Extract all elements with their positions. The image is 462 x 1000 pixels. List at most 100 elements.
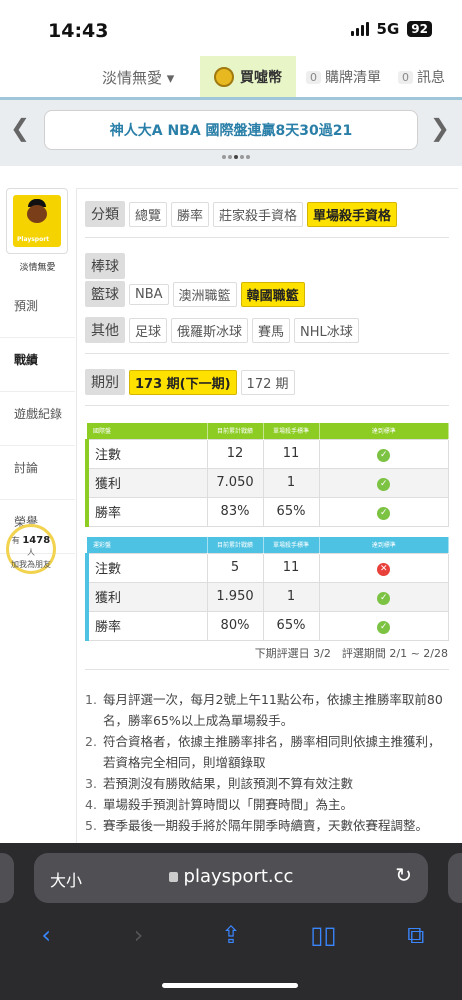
status-indicators: 5G 92: [350, 20, 432, 38]
browser-toolbar: ‹ › ⇪ ▯▯ ⧉: [0, 915, 462, 955]
list-item: 4. 單場殺手預測計算時間以「開賽時間」為主。: [85, 797, 354, 812]
table-row: 勝率 83% 65% ✓: [85, 496, 449, 527]
friend-count-badge[interactable]: 有 1478 人 加我為朋友: [6, 524, 56, 574]
reload-icon[interactable]: ↻: [395, 863, 412, 887]
message-count: 0: [398, 70, 413, 84]
forward-icon[interactable]: ›: [92, 915, 184, 955]
prev-tab-preview[interactable]: [0, 853, 14, 903]
banner-card[interactable]: 神人大A NBA 國際盤連贏8天30過21: [44, 110, 418, 150]
divider: [85, 405, 449, 406]
table-header: 運彩盤 目前累計戰績 單場殺手標準 達到標準: [87, 537, 449, 553]
home-indicator: [162, 983, 298, 988]
period-label: 期別: [85, 369, 125, 395]
record-panel: 分類 總覽 勝率 莊家殺手資格 單場殺手資格 棒球 籃球 NBA 澳洲職籃 韓國…: [76, 188, 458, 848]
message-link[interactable]: 0 訊息: [398, 67, 445, 87]
filter-winrate[interactable]: 勝率: [171, 201, 210, 227]
sidebar-item-discussion[interactable]: 討論: [0, 446, 75, 500]
user-menu[interactable]: 淡情無愛 ▾: [102, 67, 174, 88]
tabs-icon[interactable]: ⧉: [370, 915, 462, 955]
friend-count: 1478: [22, 535, 51, 546]
sportslottery-table: 運彩盤 目前累計戰績 單場殺手標準 達到標準 注數 5 11 ✕ 獲利 1.95…: [85, 537, 449, 641]
list-item: 2. 符合資格者，依據主推勝率排名，勝率相同則依據主推獲利，若資格完全相同，則增額…: [85, 734, 441, 770]
baseball-label: 棒球: [85, 253, 125, 279]
check-icon: ✓: [377, 448, 391, 462]
table-row: 注數 5 11 ✕: [85, 552, 449, 583]
check-icon: ✓: [377, 591, 391, 605]
other-label: 其他: [85, 317, 125, 343]
url-field[interactable]: playsport.cc: [34, 866, 428, 887]
cart-label: 購牌清單: [325, 70, 381, 86]
coin-icon: [214, 66, 234, 87]
rules-list: 1. 每月評選一次，每月2號上午11點公布，依據主推勝率取前80名，勝率65%以上…: [85, 689, 445, 836]
carousel-dots: [222, 155, 250, 159]
chevron-right-icon[interactable]: ❯: [430, 114, 450, 142]
top-nav: 淡情無愛 ▾ 買噓幣 0 購牌清單 0 訊息: [0, 56, 462, 100]
buy-coin-button[interactable]: 買噓幣: [200, 56, 296, 97]
avatar-image: Playsport: [13, 195, 61, 247]
divider: [85, 237, 449, 238]
check-icon: ✓: [377, 506, 391, 520]
address-bar[interactable]: 大小 playsport.cc ↻: [34, 853, 428, 903]
sidebar-item-game-log[interactable]: 遊戲紀錄: [0, 392, 75, 446]
cart-link[interactable]: 0 購牌清單: [306, 67, 381, 87]
profile-name: 淡情無愛: [19, 263, 56, 273]
filter-soccer[interactable]: 足球: [129, 317, 168, 343]
buy-label: 買噓幣: [240, 69, 282, 86]
baseball-row: 棒球: [85, 253, 125, 279]
cart-count: 0: [306, 70, 321, 84]
chevron-left-icon[interactable]: ❮: [10, 114, 30, 142]
divider: [85, 353, 449, 354]
table-row: 注數 12 11 ✓: [85, 438, 449, 469]
check-icon: ✓: [377, 620, 391, 634]
avatar[interactable]: Playsport: [6, 188, 68, 254]
profile-sidebar: Playsport 淡情無愛 預測 戰績 遊戲紀錄 討論 榮譽 有 1478 人…: [0, 188, 75, 848]
filter-nhl[interactable]: NHL冰球: [294, 317, 359, 343]
list-item: 1. 每月評選一次，每月2號上午11點公布，依據主推勝率取前80名，勝率65%以上…: [85, 692, 443, 728]
next-tab-preview[interactable]: [448, 853, 462, 903]
banner-text: 神人大A NBA 國際盤連贏8天30過21: [109, 123, 353, 139]
sidebar-item-predict[interactable]: 預測: [0, 284, 75, 338]
share-icon[interactable]: ⇪: [185, 915, 277, 955]
filter-korea-basketball[interactable]: 韓國職籃: [240, 281, 305, 307]
period-next[interactable]: 173 期(下一期): [129, 369, 237, 395]
filter-russia-hockey[interactable]: 俄羅斯冰球: [171, 317, 249, 343]
filter-overview[interactable]: 總覽: [129, 201, 168, 227]
battery-icon: 92: [407, 21, 432, 37]
table-row: 獲利 1.950 1 ✓: [85, 581, 449, 612]
back-icon[interactable]: ‹: [0, 915, 92, 955]
profile-menu: 預測 戰績 遊戲紀錄 討論 榮譽: [0, 284, 75, 554]
filter-horse-racing[interactable]: 賽馬: [252, 317, 291, 343]
lock-icon: [168, 872, 178, 882]
status-bar: 14:43 5G 92: [0, 0, 462, 56]
browser-bar: 大小 playsport.cc ↻ ‹ › ⇪ ▯▯ ⧉: [0, 843, 462, 1000]
sidebar-item-record[interactable]: 戰績: [0, 338, 75, 392]
basketball-row: 籃球 NBA 澳洲職籃 韓國職籃: [85, 281, 305, 307]
international-table: 國際盤 目前累計戰績 單場殺手標準 達到標準 注數 12 11 ✓ 獲利 7.0…: [85, 423, 449, 527]
list-item: 3. 若預測沒有勝敗結果，則該預測不算有效注數: [85, 776, 354, 791]
period-previous[interactable]: 172 期: [240, 369, 295, 395]
news-banner: ❮ 神人大A NBA 國際盤連贏8天30過21 ❯: [0, 100, 462, 166]
divider: [85, 669, 449, 670]
signal-icon: [350, 22, 369, 36]
category-label: 分類: [85, 201, 125, 227]
period-row: 期別 173 期(下一期) 172 期: [85, 369, 295, 395]
network-label: 5G: [376, 20, 400, 38]
evaluation-dates: 下期評選日 3/2 評選期間 2/1 ~ 2/28: [254, 647, 448, 660]
filter-banker-killer[interactable]: 莊家殺手資格: [213, 201, 304, 227]
filter-australia-basketball[interactable]: 澳洲職籃: [172, 281, 237, 307]
table-row: 勝率 80% 65% ✓: [85, 610, 449, 641]
bookmarks-icon[interactable]: ▯▯: [277, 915, 369, 955]
friend-note: 加我為朋友: [11, 560, 51, 569]
check-icon: ✓: [377, 477, 391, 491]
filter-single-killer[interactable]: 單場殺手資格: [307, 201, 398, 227]
basketball-label: 籃球: [85, 281, 125, 307]
message-label: 訊息: [417, 70, 445, 86]
cross-icon: ✕: [377, 562, 391, 576]
category-filter: 分類 總覽 勝率 莊家殺手資格 單場殺手資格: [85, 201, 398, 227]
table-header: 國際盤 目前累計戰績 單場殺手標準 達到標準: [87, 423, 449, 439]
filter-nba[interactable]: NBA: [129, 283, 169, 305]
list-item: 5. 賽季最後一期殺手將於隔年開季時續賣，天數依賽程調整。: [85, 818, 429, 833]
table-row: 獲利 7.050 1 ✓: [85, 467, 449, 498]
other-row: 其他 足球 俄羅斯冰球 賽馬 NHL冰球: [85, 317, 359, 343]
status-time: 14:43: [48, 20, 109, 42]
